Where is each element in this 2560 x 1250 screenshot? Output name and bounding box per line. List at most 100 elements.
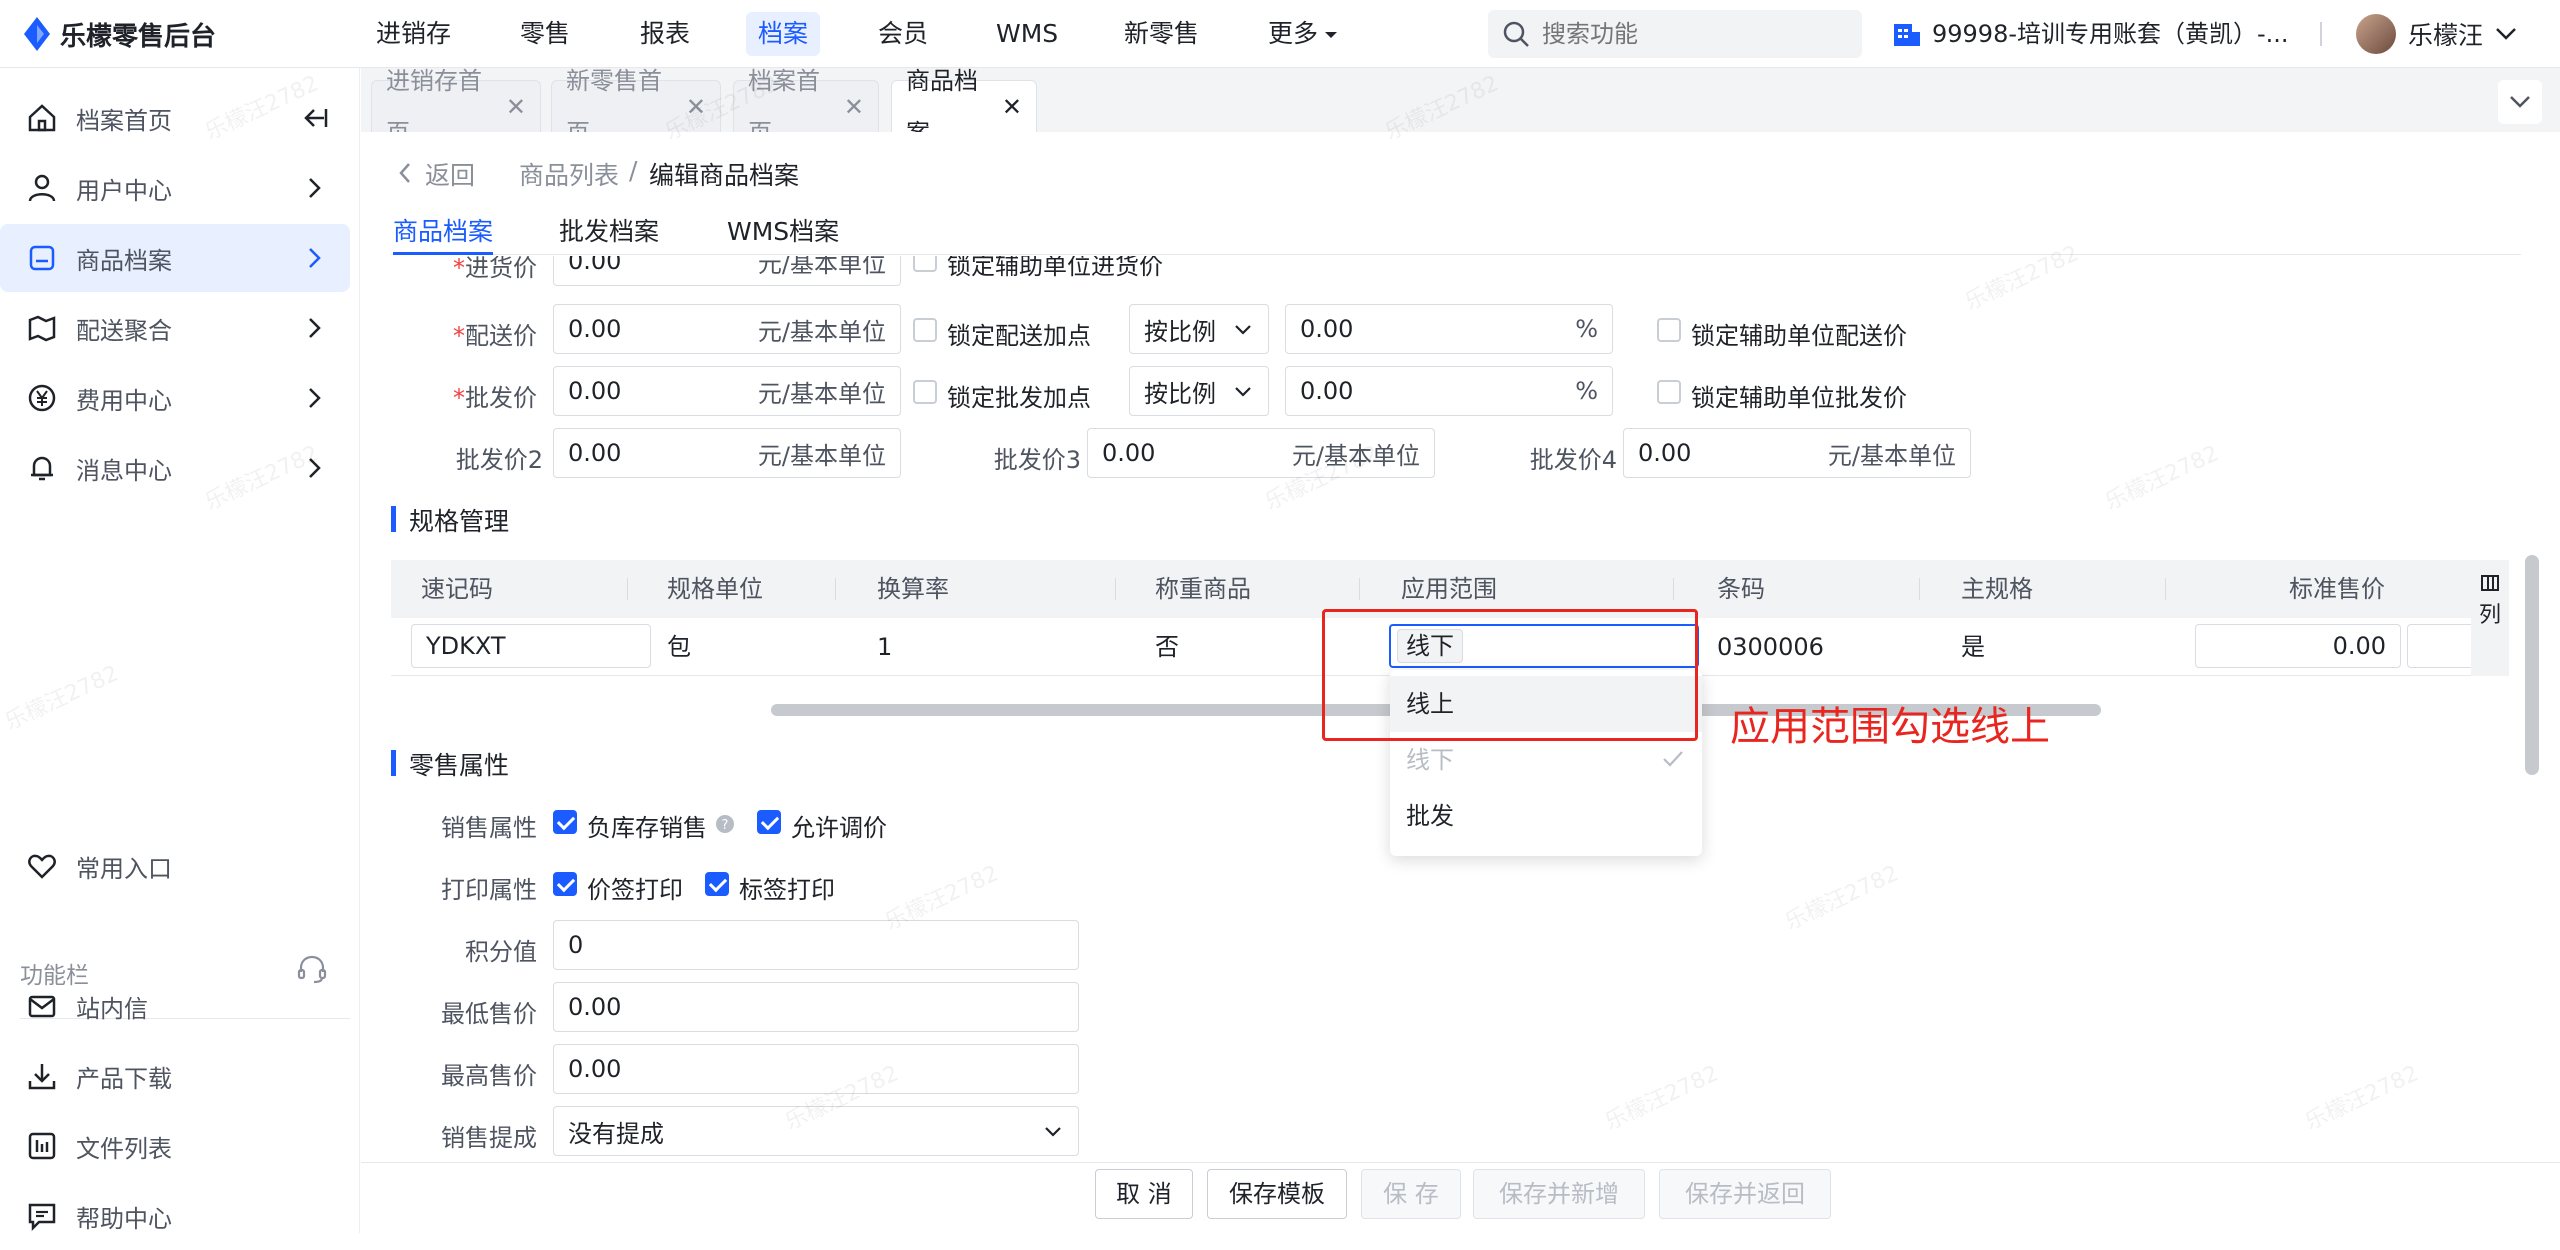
nav-retail[interactable]: 零售 [508,12,582,56]
spec-weigh: 否 [1155,633,1179,661]
save-and-return-button[interactable]: 保存并返回 [1659,1169,1831,1219]
search-input[interactable] [1542,20,1842,48]
nav-member[interactable]: 会员 [866,12,940,56]
points-value: 0 [568,931,584,959]
lock-aux-wholesale-label: 锁定辅助单位批发价 [1691,384,1907,412]
tab-new-retail-home[interactable]: 新零售首页✕ [551,67,721,147]
max-price-label: 最高售价 [441,1062,537,1090]
save-button[interactable]: 保 存 [1361,1169,1461,1219]
commission-value: 没有提成 [568,1119,664,1148]
sidebar-item-inbox[interactable]: 站内信 [0,972,350,1040]
percent-label: % [1575,377,1598,405]
annotation-text: 应用范围勾选线上 [1730,704,2050,750]
sidebar-item-user-center[interactable]: 用户中心 [0,154,350,222]
help-circle-icon[interactable]: ? [715,814,735,834]
sidebar-item-favorites[interactable]: 常用入口 [0,832,350,900]
spec-code-value: YDKXT [426,632,506,660]
lock-wholesale-markup-checkbox[interactable] [913,380,937,404]
sidebar-item-files[interactable]: 文件列表 [0,1112,350,1180]
wholesale-percent-input[interactable]: 0.00% [1285,366,1613,416]
mail-icon [26,990,58,1022]
tab-menu-button[interactable] [2498,80,2542,124]
save-template-button[interactable]: 保存模板 [1207,1169,1347,1219]
option-wholesale[interactable]: 批发 [1390,788,1702,844]
save-and-new-button[interactable]: 保存并新增 [1473,1169,1645,1219]
avatar [2356,14,2396,54]
label-print-checkbox[interactable] [705,872,729,896]
lock-aux-wholesale-checkbox[interactable] [1657,380,1681,404]
sidebar-item-help[interactable]: 帮助中心 [0,1182,350,1250]
wholesale-price-3-input[interactable]: 0.00 元/基本单位 [1087,428,1435,478]
sidebar-item-product-archive[interactable]: 商品档案 [0,224,350,292]
sidebar-item-archive-home[interactable]: 档案首页 [0,84,350,152]
collapse-sidebar-icon[interactable] [300,106,328,130]
negative-stock-checkbox[interactable] [553,810,577,834]
lock-aux-delivery-checkbox[interactable] [1657,318,1681,342]
wholesale-ratio-select[interactable]: 按比例 [1129,366,1269,416]
sidebar-item-expense[interactable]: 费用中心 [0,364,350,432]
delivery-ratio-select[interactable]: 按比例 [1129,304,1269,354]
sidebar-item-messages[interactable]: 消息中心 [0,434,350,502]
check-icon [1663,751,1683,767]
breadcrumb-separator: / [629,156,638,185]
tab-archive-home[interactable]: 档案首页✕ [733,67,879,147]
spec-main: 是 [1961,633,1985,661]
wholesale-price-input[interactable]: 0.00 元/基本单位 [553,366,901,416]
purchase-price-input[interactable]: 0.00 元/基本单位 [553,256,901,286]
unit-label: 元/基本单位 [1827,441,1956,470]
user-menu[interactable]: 乐檬汪 [2356,12,2517,56]
min-price-label: 最低售价 [441,1000,537,1028]
commission-select[interactable]: 没有提成 [553,1106,1079,1156]
nav-archive[interactable]: 档案 [746,12,821,56]
spec-price-input[interactable]: 0.00 [2195,624,2401,668]
sidebar-item-delivery[interactable]: 配送聚合 [0,294,350,362]
wholesale-price-4-input[interactable]: 0.00 元/基本单位 [1623,428,1971,478]
app-logo[interactable]: 乐檬零售后台 [24,14,216,54]
nav-more[interactable]: 更多 [1256,12,1350,56]
breadcrumb-product-list[interactable]: 商品列表 [519,156,619,192]
cancel-button[interactable]: 取 消 [1095,1169,1193,1219]
wholesale-price-2-input[interactable]: 0.00 元/基本单位 [553,428,901,478]
purchase-price-label: *进货价 [453,256,537,282]
sidebar-item-label: 配送聚合 [76,316,172,345]
spec-code-input[interactable]: YDKXT [411,624,651,668]
nav-reports[interactable]: 报表 [628,12,702,56]
lock-aux-purchase-checkbox[interactable] [913,256,937,272]
account-selector[interactable]: 99998-培训专用账套（黄凯）-... [1892,12,2289,56]
nav-wms[interactable]: WMS [984,12,1070,56]
breadcrumb-current: 编辑商品档案 [649,161,800,190]
allow-price-adjust-checkbox[interactable] [757,810,781,834]
vertical-scrollbar[interactable] [2525,555,2539,775]
close-icon[interactable]: ✕ [686,81,706,133]
subtab-product-archive[interactable]: 商品档案 [393,212,493,248]
close-icon[interactable]: ✕ [1002,81,1022,133]
min-price-input[interactable]: 0.00 [553,982,1079,1032]
points-input[interactable]: 0 [553,920,1079,970]
price-tag-print-checkbox[interactable] [553,872,577,896]
unit-label: 元/基本单位 [757,441,886,470]
max-price-input[interactable]: 0.00 [553,1044,1079,1094]
subtab-divider [391,254,2521,255]
column-settings-button[interactable]: 列 [2471,560,2509,676]
tab-inventory-home[interactable]: 进销存首页✕ [371,67,541,147]
tab-product-archive[interactable]: 商品档案✕ [891,67,1037,147]
lock-delivery-markup-checkbox[interactable] [913,318,937,342]
search-box[interactable] [1488,10,1862,58]
nav-new-retail[interactable]: 新零售 [1112,12,1211,56]
spec-price-value: 0.00 [2332,632,2386,660]
subtab-wms-archive[interactable]: WMS档案 [727,212,839,248]
lock-delivery-markup-label: 锁定配送加点 [947,322,1091,350]
back-link[interactable]: 返回 [425,156,475,192]
col-separator [627,578,628,600]
chevron-down-icon [2496,28,2516,40]
close-icon[interactable]: ✕ [844,81,864,133]
subtab-wholesale-archive[interactable]: 批发档案 [559,212,659,248]
nav-inventory[interactable]: 进销存 [364,12,463,56]
product-icon [26,242,58,274]
delivery-percent-value: 0.00 [1300,315,1354,343]
wholesale-price-3-label: 批发价3 [993,446,1081,474]
close-icon[interactable]: ✕ [506,81,526,133]
sidebar-item-download[interactable]: 产品下载 [0,1042,350,1110]
delivery-percent-input[interactable]: 0.00% [1285,304,1613,354]
delivery-price-input[interactable]: 0.00 元/基本单位 [553,304,901,354]
